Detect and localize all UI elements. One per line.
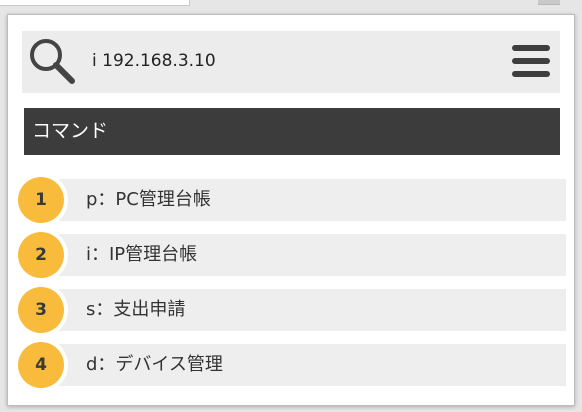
command-label: s：支出申請: [86, 299, 186, 320]
command-number: 4: [35, 355, 47, 375]
command-item-p[interactable]: 1 p：PC管理台帳: [18, 177, 566, 223]
extension-button[interactable]: [538, 0, 560, 5]
address-bar-edge[interactable]: [0, 0, 190, 6]
command-item-s[interactable]: 3 s：支出申請: [18, 287, 566, 333]
command-number: 3: [35, 300, 47, 320]
command-item-i[interactable]: 2 i：IP管理台帳: [18, 232, 566, 278]
command-number: 2: [35, 245, 47, 265]
command-label: d：デバイス管理: [86, 354, 223, 375]
command-label: p：PC管理台帳: [86, 189, 211, 210]
command-number-badge: 2: [18, 232, 64, 278]
command-label: i：IP管理台帳: [86, 244, 198, 265]
command-number-badge: 3: [18, 287, 64, 333]
command-number-badge: 4: [18, 342, 64, 388]
launcher-popup: コマンド 1 p：PC管理台帳 2 i：IP管理台帳 3 s：支出申請: [7, 14, 575, 406]
command-item-d[interactable]: 4 d：デバイス管理: [18, 342, 566, 388]
command-number-badge: 1: [18, 177, 64, 223]
browser-toolbar: [0, 0, 582, 14]
command-list: 1 p：PC管理台帳 2 i：IP管理台帳 3 s：支出申請 4 d：デバイス管…: [8, 15, 576, 407]
command-number: 1: [35, 190, 47, 210]
